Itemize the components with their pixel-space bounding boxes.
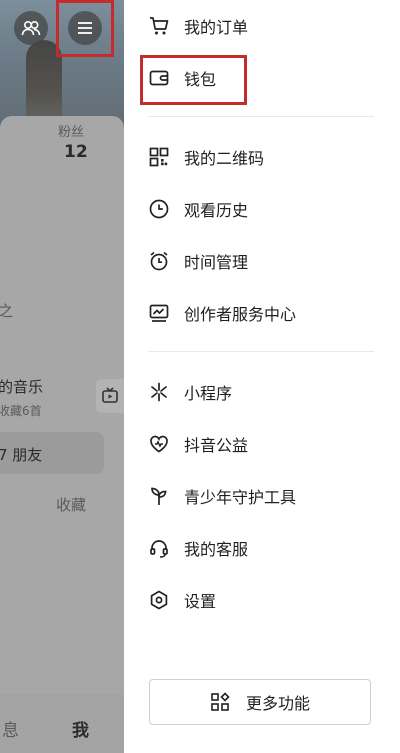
settings-icon [148, 589, 170, 611]
tv-icon[interactable] [96, 379, 124, 413]
wallet-highlight-box [140, 55, 247, 105]
menu-item-mini-program[interactable]: 小程序 [148, 372, 232, 412]
friends-pill[interactable]: 7 朋友 [0, 432, 104, 474]
menu-item-label: 设置 [184, 592, 217, 611]
more-features-button[interactable]: 更多功能 [149, 679, 371, 725]
friends-icon[interactable] [14, 11, 48, 45]
music-title: 的音乐 [0, 378, 44, 396]
menu-item-label: 青少年守护工具 [184, 488, 297, 507]
music-subtitle: 收藏6首 [0, 404, 42, 418]
background-profile-page: 粉丝 12 之 的音乐 收藏6首 7 朋友 收藏 息 我 [0, 0, 124, 753]
collect-tab[interactable]: 收藏 [56, 494, 86, 515]
menu-item-customer-service[interactable]: 我的客服 [148, 528, 248, 568]
menu-item-charity[interactable]: 抖音公益 [148, 424, 248, 464]
more-features-label: 更多功能 [245, 694, 310, 713]
alarm-icon [148, 250, 170, 272]
fans-label: 粉丝 [58, 125, 85, 140]
nav-me[interactable]: 我 [72, 716, 89, 741]
menu-item-watch-history[interactable]: 观看历史 [148, 189, 248, 229]
chart-icon [148, 302, 170, 324]
menu-item-label: 我的二维码 [184, 149, 265, 168]
menu-highlight-box [56, 0, 114, 57]
nav-messages[interactable]: 息 [2, 716, 19, 741]
side-drawer: 我的订单 钱包 我的二维码 观看历史 时间管理 创作者服务中心 小程序 抖音公益… [124, 0, 400, 753]
divider [148, 116, 374, 117]
menu-item-label: 我的客服 [184, 540, 249, 559]
menu-item-qrcode[interactable]: 我的二维码 [148, 137, 264, 177]
grid-icon [210, 692, 230, 712]
menu-item-orders[interactable]: 我的订单 [148, 6, 248, 46]
headset-icon [148, 537, 170, 559]
menu-item-label: 时间管理 [184, 253, 249, 272]
friends-text: 7 朋友 [0, 446, 43, 464]
partial-text: 之 [0, 302, 14, 320]
menu-item-label: 创作者服务中心 [184, 305, 297, 324]
menu-item-settings[interactable]: 设置 [148, 580, 216, 620]
menu-item-creator-center[interactable]: 创作者服务中心 [148, 293, 296, 333]
bottom-nav: 息 我 [0, 694, 124, 753]
cart-icon [148, 15, 170, 37]
mini-program-icon [148, 381, 170, 403]
clock-icon [148, 198, 170, 220]
menu-item-label: 小程序 [184, 384, 233, 403]
menu-item-label: 抖音公益 [184, 436, 249, 455]
fans-count: 12 [64, 142, 88, 162]
qrcode-icon [148, 146, 170, 168]
divider [148, 351, 374, 352]
sprout-icon [148, 485, 170, 507]
menu-item-label: 观看历史 [184, 201, 249, 220]
menu-item-label: 我的订单 [184, 18, 249, 37]
menu-item-youth-protection[interactable]: 青少年守护工具 [148, 476, 296, 516]
charity-heart-icon [148, 433, 170, 455]
menu-item-time-management[interactable]: 时间管理 [148, 241, 248, 281]
